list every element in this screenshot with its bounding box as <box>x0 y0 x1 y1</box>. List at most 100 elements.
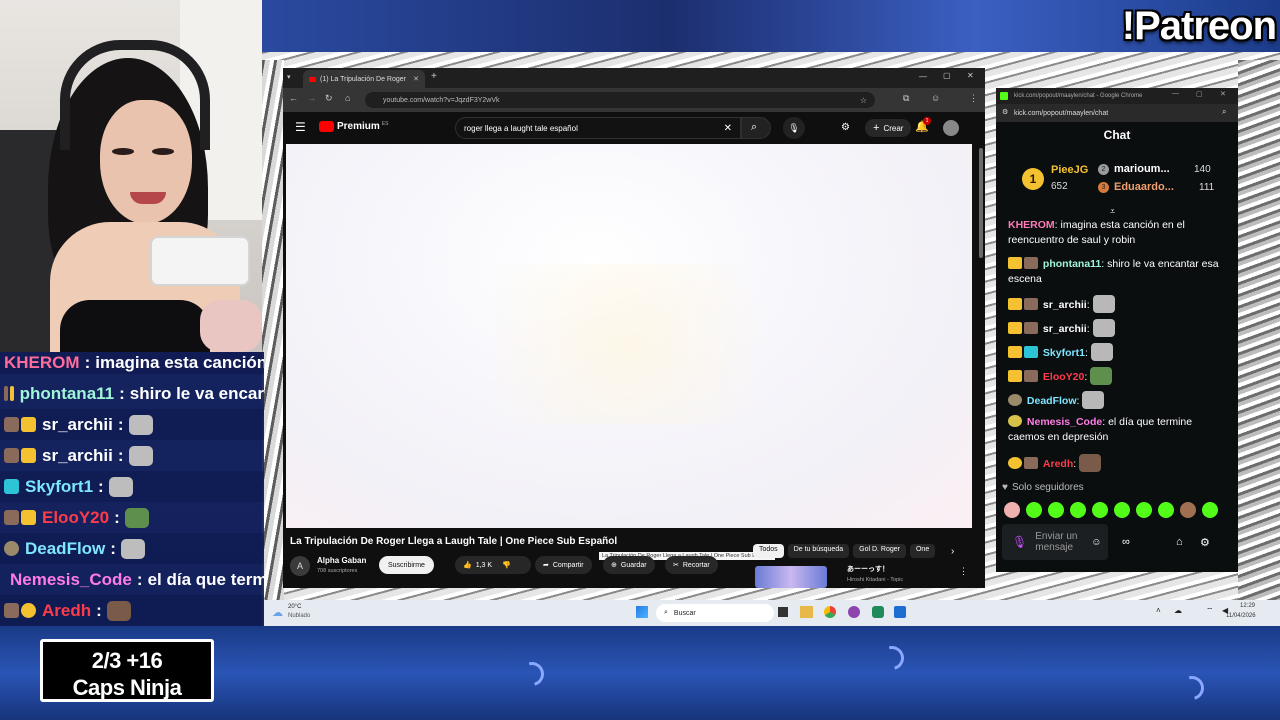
address-bar[interactable]: ⚙ kick.com/popout/maaylen/chat ⌕ <box>996 104 1238 122</box>
weather-icon[interactable]: ☁ <box>272 606 283 619</box>
emoji-icon[interactable]: ☺ <box>1091 537 1101 548</box>
chrome-icon[interactable] <box>824 606 836 618</box>
search-input[interactable]: roger llega a laught tale español ✕ <box>455 117 741 139</box>
reload-icon[interactable]: ↻ <box>325 93 333 104</box>
tab-menu-icon[interactable]: ▾ <box>287 73 297 83</box>
chat-username[interactable]: Aredh <box>1043 458 1073 470</box>
collapse-leaderboard-icon[interactable]: ⩡ <box>1110 206 1115 217</box>
chat-username[interactable]: Skyfort1 <box>1043 347 1085 359</box>
chat-username[interactable]: phontana11 <box>1043 258 1101 270</box>
chat-username[interactable]: sr_archii <box>1043 299 1087 311</box>
hamburger-menu-icon[interactable]: ☰ <box>295 120 306 134</box>
onedrive-icon[interactable]: ☁ <box>1174 606 1182 615</box>
clear-search-icon[interactable]: ✕ <box>724 123 732 134</box>
taskbar-search[interactable]: ⌕ Buscar <box>656 604 774 622</box>
bookmark-star-icon[interactable]: ☆ <box>860 96 867 105</box>
maximize-icon[interactable]: ▢ <box>943 71 951 80</box>
save-button[interactable]: ⊕ Guardar <box>603 556 655 574</box>
voice-search-button[interactable]: 🎙 <box>783 117 805 139</box>
leader-name[interactable]: marioum... <box>1114 163 1170 175</box>
emote-icon[interactable] <box>1070 502 1086 518</box>
emote-icon[interactable] <box>1048 502 1064 518</box>
file-explorer-icon[interactable] <box>800 606 813 618</box>
chat-username[interactable]: Nemesis_Code <box>1027 416 1102 428</box>
chat-username[interactable]: KHEROM <box>1008 219 1055 231</box>
infinity-icon[interactable]: ∞ <box>1122 536 1130 548</box>
close-window-icon[interactable]: ✕ <box>967 71 974 80</box>
chat-colon: : <box>1086 323 1090 335</box>
recommended-title[interactable]: あーーっす！ <box>847 564 889 574</box>
leader-name[interactable]: Eduaardo... <box>1114 181 1174 193</box>
chip-gol-d-roger[interactable]: Gol D. Roger <box>853 544 906 558</box>
wifi-icon[interactable]: ⌔ <box>1206 606 1214 616</box>
chat-input[interactable]: 🎙 Enviar un mensaje ☺ <box>1002 524 1108 560</box>
microphone-icon[interactable]: 🎙 <box>1012 535 1027 549</box>
video-player[interactable] <box>286 144 972 528</box>
crown-badge-icon <box>1008 370 1022 382</box>
task-view-icon[interactable] <box>778 607 788 617</box>
notification-badge: 1 <box>923 117 931 125</box>
home-icon[interactable]: ⌂ <box>345 93 350 103</box>
search-icon[interactable]: ⌕ <box>1222 107 1226 117</box>
emote-icon[interactable] <box>1202 502 1218 518</box>
emote-icon[interactable] <box>1004 502 1020 518</box>
close-icon[interactable]: ✕ <box>413 75 419 83</box>
menu-kebab-icon[interactable]: ⋮ <box>969 93 978 104</box>
page-scrollbar[interactable] <box>977 144 985 588</box>
store-icon[interactable]: ⌂ <box>1176 536 1183 548</box>
cast-icon[interactable]: ⚙ <box>841 122 850 133</box>
clip-button[interactable]: ✂ Recortar <box>665 556 718 574</box>
chat-username[interactable]: DeadFlow <box>1027 395 1077 407</box>
channel-avatar[interactable]: A <box>290 556 310 576</box>
chat-mode-label: Solo seguidores <box>1011 482 1084 493</box>
dislike-icon[interactable]: 👎 <box>502 561 511 569</box>
emote-icon[interactable] <box>1092 502 1108 518</box>
subscribe-button[interactable]: Suscribirme <box>379 556 434 574</box>
extensions-icon[interactable]: ⧉ <box>903 93 909 104</box>
profile-icon[interactable]: ☺ <box>931 93 940 103</box>
clock-time[interactable]: 12:29 <box>1240 603 1255 609</box>
channel-name[interactable]: Alpha Gaban <box>317 556 366 565</box>
minimize-icon[interactable]: — <box>1172 90 1179 97</box>
new-tab-icon[interactable]: + <box>431 71 437 82</box>
more-options-icon[interactable]: ⋮ <box>959 566 968 577</box>
like-icon[interactable]: 👍 <box>463 561 472 569</box>
chip-all[interactable]: Todos <box>753 544 784 558</box>
forward-icon[interactable]: → <box>307 93 316 103</box>
emote-icon[interactable] <box>1026 502 1042 518</box>
minimize-icon[interactable]: — <box>919 72 927 81</box>
chip-from-search[interactable]: De tu búsqueda <box>787 544 850 558</box>
chip-one[interactable]: One <box>909 544 936 558</box>
chat-username[interactable]: sr_archii <box>1043 323 1087 335</box>
clock-date[interactable]: 11/04/2026 <box>1226 613 1256 619</box>
settings-icon[interactable]: ⚙ <box>1200 536 1210 549</box>
close-window-icon[interactable]: ✕ <box>1220 90 1226 98</box>
back-icon[interactable]: ← <box>289 93 298 103</box>
create-button[interactable]: + Crear <box>865 119 912 137</box>
scrollbar-thumb[interactable] <box>979 148 983 258</box>
maximize-icon[interactable]: ▢ <box>1196 90 1203 98</box>
eye <box>152 148 174 155</box>
recommended-thumbnail[interactable] <box>755 566 827 588</box>
address-bar[interactable]: youtube.com/watch?v=JqzdF3Y2wVk ☆ <box>365 92 875 108</box>
site-info-icon[interactable]: ⚙ <box>1002 108 1008 116</box>
tab-youtube[interactable]: (1) La Tripulación De Roger ✕ <box>303 70 425 88</box>
avatar[interactable] <box>943 120 959 136</box>
app-icon[interactable] <box>894 606 906 618</box>
emote-icon[interactable] <box>1180 502 1196 518</box>
emote-icon[interactable] <box>1114 502 1130 518</box>
chat-username[interactable]: ElooY20 <box>1043 371 1084 383</box>
search-button[interactable]: ⌕ <box>741 117 771 139</box>
app-icon[interactable] <box>872 606 884 618</box>
chevron-right-icon[interactable]: › <box>951 546 954 557</box>
emote-icon[interactable] <box>1158 502 1174 518</box>
caps-ninja-counter: 2/3 +16 Caps Ninja <box>40 639 214 702</box>
youtube-premium-logo[interactable]: Premium ES <box>319 121 388 132</box>
windows-start-icon[interactable] <box>636 606 648 618</box>
app-icon[interactable] <box>848 606 860 618</box>
leader-name[interactable]: PieeJG <box>1051 164 1088 176</box>
tray-chevron-icon[interactable]: ˄ <box>1156 606 1161 615</box>
share-button[interactable]: ➦ Compartir <box>535 556 592 574</box>
emote-icon[interactable] <box>1136 502 1152 518</box>
overlay-chat-message: Nemesis_Code : el día que term <box>0 564 264 595</box>
